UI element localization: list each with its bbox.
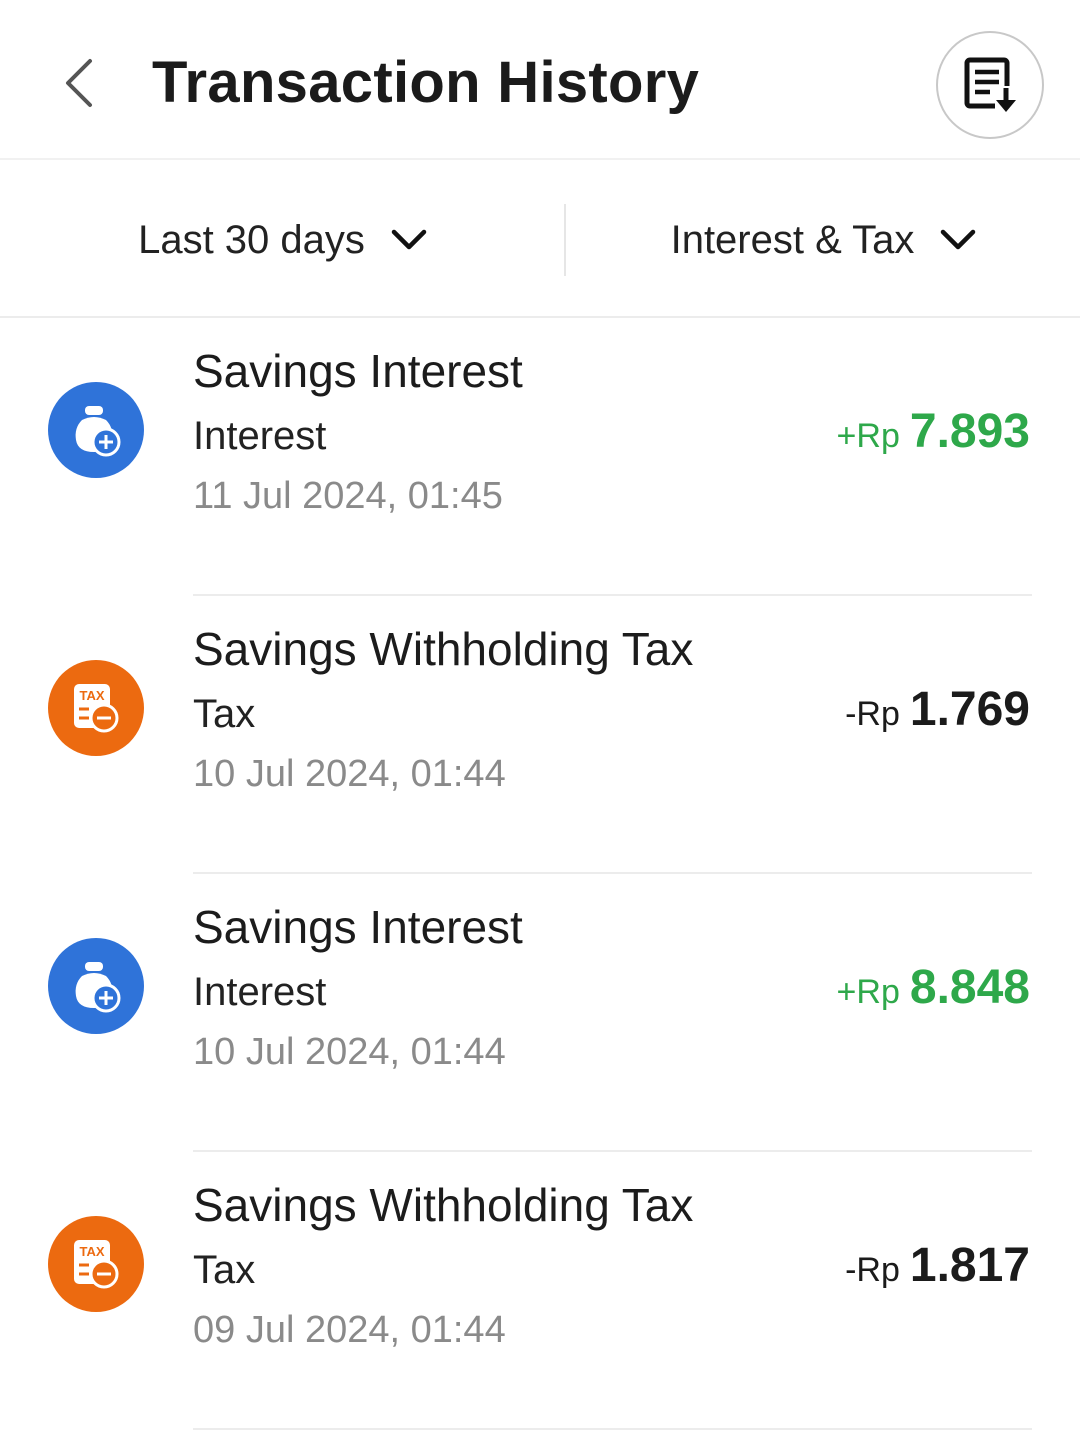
transaction-name: Savings Withholding Tax [193,623,694,675]
amount-prefix: -Rp [845,1251,900,1289]
tax-icon-text: TAX [79,688,104,703]
transaction-row[interactable]: Savings Interest Interest 11 Jul 2024, 0… [0,318,1080,596]
transaction-category: Interest [193,970,327,1014]
filter-bar: Last 30 days Interest & Tax [0,162,1080,318]
row-divider [193,1428,1032,1430]
transaction-category: Tax [193,1248,256,1292]
chevron-down-icon [940,229,976,251]
money-bag-plus-icon [48,938,144,1034]
transaction-category: Interest [193,414,327,458]
transaction-date: 11 Jul 2024, 01:45 [193,475,503,517]
chevron-down-icon [391,229,427,251]
transaction-category: Tax [193,692,256,736]
transaction-name: Savings Withholding Tax [193,1179,694,1231]
transaction-date: 09 Jul 2024, 01:44 [193,1309,506,1351]
transaction-row[interactable]: TAX Savings Withholding Tax Tax 09 Jul 2… [0,1152,1080,1430]
filter-divider [564,204,566,276]
amount-prefix: +Rp [836,973,900,1011]
amount-value: 8.848 [909,961,1030,1014]
transaction-date: 10 Jul 2024, 01:44 [193,1031,506,1073]
transaction-name: Savings Interest [193,345,523,397]
transaction-date: 10 Jul 2024, 01:44 [193,753,506,795]
amount-prefix: -Rp [845,695,900,733]
transaction-row[interactable]: Savings Interest Interest 10 Jul 2024, 0… [0,874,1080,1152]
back-button[interactable] [48,50,108,116]
type-filter-label: Interest & Tax [670,217,915,262]
transaction-name: Savings Interest [193,901,523,953]
amount-prefix: +Rp [836,417,900,455]
transaction-amount: +Rp 7.893 [837,404,1030,464]
amount-value: 1.817 [909,1239,1030,1292]
period-filter-label: Last 30 days [138,217,365,262]
transaction-amount: -Rp 1.817 [845,1238,1030,1298]
tax-minus-icon: TAX [48,1216,144,1312]
transaction-row[interactable]: TAX Savings Withholding Tax Tax 10 Jul 2… [0,596,1080,874]
app-header: Transaction History [0,0,1080,160]
amount-value: 7.893 [909,405,1030,458]
chevron-left-icon [66,59,92,107]
transaction-amount: +Rp 8.848 [837,960,1030,1020]
transaction-amount: -Rp 1.769 [845,682,1030,742]
tax-minus-icon: TAX [48,660,144,756]
period-filter-dropdown[interactable]: Last 30 days [0,162,565,318]
type-filter-dropdown[interactable]: Interest & Tax [567,162,1080,318]
amount-value: 1.769 [909,683,1030,736]
money-bag-plus-icon [48,382,144,478]
transaction-list: Savings Interest Interest 11 Jul 2024, 0… [0,318,1080,1430]
document-download-icon [964,57,1017,114]
tax-icon-text: TAX [79,1244,104,1259]
download-statement-button[interactable] [936,31,1044,139]
page-title: Transaction History [152,50,700,115]
